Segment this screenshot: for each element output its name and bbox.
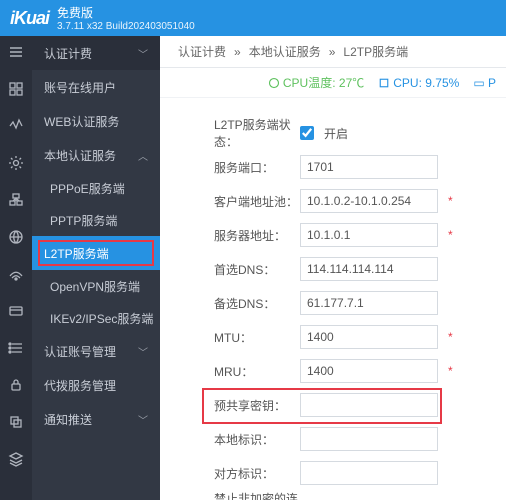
breadcrumb-item: L2TP服务端: [343, 43, 408, 60]
sidebar-item-label: 通知推送: [44, 411, 92, 428]
remote-id-label: 对方标识：: [160, 465, 300, 482]
monitor-icon[interactable]: ▭ P: [473, 76, 496, 90]
local-id-label: 本地标识：: [160, 431, 300, 448]
net-icon[interactable]: [8, 266, 24, 285]
chevron-down-icon: ﹀: [138, 344, 148, 359]
sidebar-item-openvpn[interactable]: OpenVPN服务端: [32, 270, 160, 302]
breadcrumb: 认证计费 » 本地认证服务 » L2TP服务端: [160, 36, 506, 68]
icon-rail: [0, 36, 32, 500]
cpu-temp: CPU温度: 27℃: [268, 74, 364, 91]
copy-icon[interactable]: [8, 414, 24, 433]
sidebar-item-dial-mgmt[interactable]: 代拨服务管理: [32, 368, 160, 402]
top-bar: iKuai 免费版 3.7.11 x32 Build202403051040: [0, 0, 506, 36]
menu-icon[interactable]: [8, 44, 24, 63]
required-star: *: [448, 330, 453, 344]
sidebar-item-pppoe[interactable]: PPPoE服务端: [32, 172, 160, 204]
required-star: *: [448, 228, 453, 242]
grid-icon[interactable]: [8, 81, 24, 100]
sidebar-item-pptp[interactable]: PPTP服务端: [32, 204, 160, 236]
status-bar: CPU温度: 27℃ CPU: 9.75% ▭ P: [160, 68, 506, 98]
cpu-usage: CPU: 9.75%: [378, 76, 459, 90]
pool-input[interactable]: [300, 189, 438, 213]
psk-label: 预共享密钥：: [160, 397, 300, 414]
sidebar-item-label: PPPoE服务端: [50, 180, 125, 197]
breadcrumb-item[interactable]: 认证计费: [178, 43, 226, 60]
chevron-down-icon: ﹀: [138, 412, 148, 427]
deny-label: 禁止非加密的连接：: [160, 490, 300, 500]
sidebar-item-auth-billing[interactable]: 认证计费 ﹀: [32, 36, 160, 70]
breadcrumb-item[interactable]: 本地认证服务: [249, 43, 321, 60]
form: L2TP服务端状态： 开启 服务端口： 客户端地址池： * 服务器地址： * 首选DN…: [160, 98, 506, 500]
breadcrumb-sep: »: [329, 45, 336, 59]
version-label: 免费版: [57, 4, 195, 21]
mtu-label: MTU：: [160, 329, 300, 346]
pool-label: 客户端地址池：: [160, 193, 300, 210]
sidebar-item-account-mgmt[interactable]: 认证账号管理 ﹀: [32, 334, 160, 368]
mru-label: MRU：: [160, 363, 300, 380]
version-block: 免费版 3.7.11 x32 Build202403051040: [57, 4, 195, 32]
layers-icon[interactable]: [8, 451, 24, 470]
psk-input[interactable]: [300, 393, 438, 417]
sidebar-item-local-auth[interactable]: 本地认证服务 ︿: [32, 138, 160, 172]
sidebar-item-label: WEB认证服务: [44, 113, 119, 130]
sidebar-item-label: 账号在线用户: [44, 79, 116, 96]
sidebar-item-label: 代拨服务管理: [44, 377, 116, 394]
sidebar: 认证计费 ﹀ 账号在线用户 WEB认证服务 本地认证服务 ︿ PPPoE服务端 PP…: [32, 36, 160, 500]
port-input[interactable]: [300, 155, 438, 179]
state-checkbox[interactable]: [300, 126, 314, 140]
dns2-label: 备选DNS：: [160, 295, 300, 312]
remote-id-input[interactable]: [300, 461, 438, 485]
gear-icon[interactable]: [8, 155, 24, 174]
wave-icon[interactable]: [8, 118, 24, 137]
server-input[interactable]: [300, 223, 438, 247]
sidebar-item-label: L2TP服务端: [44, 245, 109, 262]
chevron-down-icon: ﹀: [138, 46, 148, 61]
list-icon[interactable]: [8, 340, 24, 359]
mru-input[interactable]: [300, 359, 438, 383]
lock-icon[interactable]: [8, 377, 24, 396]
sidebar-item-notify[interactable]: 通知推送 ﹀: [32, 402, 160, 436]
card-icon[interactable]: [8, 303, 24, 322]
sidebar-item-label: 认证账号管理: [44, 343, 116, 360]
logo: iKuai: [10, 8, 49, 29]
boxes-icon[interactable]: [8, 192, 24, 211]
build-string: 3.7.11 x32 Build202403051040: [57, 21, 195, 32]
server-label: 服务器地址：: [160, 227, 300, 244]
required-star: *: [448, 364, 453, 378]
main-panel: 认证计费 » 本地认证服务 » L2TP服务端 CPU温度: 27℃ CPU: 9.…: [160, 36, 506, 500]
sidebar-item-l2tp[interactable]: L2TP服务端: [32, 236, 160, 270]
breadcrumb-sep: »: [234, 45, 241, 59]
globe-icon[interactable]: [8, 229, 24, 248]
sidebar-item-web-auth[interactable]: WEB认证服务: [32, 104, 160, 138]
sidebar-item-label: IKEv2/IPSec服务端: [50, 310, 153, 327]
sidebar-item-online-users[interactable]: 账号在线用户: [32, 70, 160, 104]
dns1-input[interactable]: [300, 257, 438, 281]
sidebar-item-label: PPTP服务端: [50, 212, 117, 229]
required-star: *: [448, 194, 453, 208]
sidebar-item-label: 本地认证服务: [44, 147, 116, 164]
dns2-input[interactable]: [300, 291, 438, 315]
sidebar-item-ikev2[interactable]: IKEv2/IPSec服务端: [32, 302, 160, 334]
dns1-label: 首选DNS：: [160, 261, 300, 278]
port-label: 服务端口：: [160, 159, 300, 176]
mtu-input[interactable]: [300, 325, 438, 349]
state-value: 开启: [324, 125, 348, 142]
local-id-input[interactable]: [300, 427, 438, 451]
chevron-up-icon: ︿: [138, 148, 148, 163]
state-label: L2TP服务端状态：: [160, 116, 300, 150]
sidebar-item-label: 认证计费: [44, 45, 92, 62]
sidebar-item-label: OpenVPN服务端: [50, 278, 140, 295]
